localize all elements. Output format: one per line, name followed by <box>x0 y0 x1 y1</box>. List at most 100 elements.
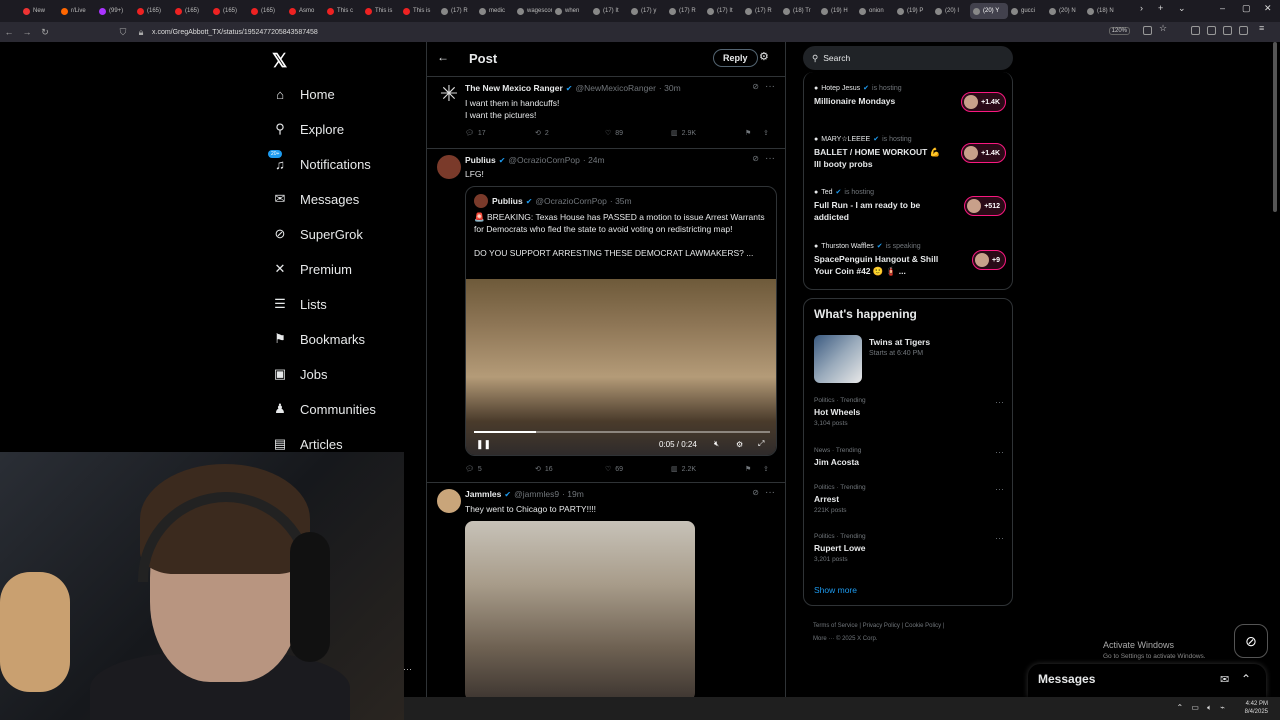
fullscreen-icon[interactable]: ⤢ <box>758 439 764 449</box>
menu-icon[interactable]: ≡ <box>1259 23 1268 33</box>
system-tray[interactable]: ⌃ ▭ 🔈︎ ⌁ <box>1176 703 1228 713</box>
event-thumbnail[interactable] <box>814 335 862 383</box>
video-player[interactable]: ❚❚ 0:05 / 0:24 🔇︎ ⚙ ⤢ <box>466 279 776 455</box>
extension-icon[interactable] <box>1223 26 1232 35</box>
reply-post[interactable]: ✳ The New Mexico Ranger ✔ @NewMexicoRang… <box>427 76 785 148</box>
event-title[interactable]: Twins at Tigers <box>869 337 930 347</box>
author-handle[interactable]: @jammles9 <box>514 489 559 499</box>
sidebar-item-articles[interactable]: ▤ Articles <box>272 436 343 452</box>
views-action[interactable]: ▥ 2.9K <box>671 129 745 138</box>
reader-icon[interactable] <box>1143 26 1152 35</box>
video-progress-bar[interactable] <box>474 431 770 433</box>
extension-icon[interactable] <box>1191 26 1200 35</box>
close-window-icon[interactable]: ✕ <box>1264 3 1272 14</box>
browser-tab[interactable]: (20) Y <box>970 3 1008 19</box>
browser-tab[interactable]: This is <box>400 3 438 19</box>
x-logo[interactable]: 𝕏 <box>272 50 287 73</box>
space-card[interactable]: ● Thurston Waffles ✔ is speaking SpacePengui… <box>814 242 1006 277</box>
more-icon[interactable]: ··· <box>995 447 1004 457</box>
show-more-link[interactable]: Show more <box>814 585 857 595</box>
listener-count[interactable]: +512 <box>964 196 1006 216</box>
tab-scroll-right-icon[interactable]: › <box>1140 3 1143 13</box>
browser-tab[interactable]: r/Live <box>58 3 96 19</box>
more-icon[interactable]: ··· <box>765 153 775 164</box>
repost-action[interactable]: ⟲ 16 <box>535 465 605 474</box>
sliders-icon[interactable]: ⚙ <box>759 50 769 63</box>
post-photo[interactable] <box>465 521 695 697</box>
bookmark-icon[interactable]: ⚑ <box>745 465 763 473</box>
quoted-post[interactable]: Publius ✔ @OcrazioCornPop · 35m 🚨 BREAKI… <box>465 186 777 456</box>
sidebar-item-bookmarks[interactable]: ⚑ Bookmarks <box>272 331 365 347</box>
browser-tab[interactable]: medic <box>476 3 514 19</box>
sidebar-item-supergrok[interactable]: ⊘ SuperGrok <box>272 226 363 242</box>
views-action[interactable]: ▥ 2.2K <box>671 465 745 474</box>
browser-tab[interactable]: when <box>552 3 590 19</box>
chevron-up-icon[interactable]: ⌃ <box>1241 672 1251 686</box>
sidebar-item-notifications[interactable]: ♫ 20+ Notifications <box>268 150 371 172</box>
more-icon[interactable]: ··· <box>403 664 412 674</box>
grok-icon[interactable]: ⊘ <box>752 154 759 163</box>
zia-avatar[interactable]: ✳ <box>437 83 461 107</box>
post-time[interactable]: · 19m <box>562 489 584 499</box>
browser-tab[interactable]: (17) R <box>438 3 476 19</box>
browser-tab[interactable]: (165) <box>172 3 210 19</box>
browser-tab[interactable]: This c <box>324 3 362 19</box>
browser-tab[interactable]: (17) y <box>628 3 666 19</box>
share-icon[interactable]: ⇪ <box>763 465 769 473</box>
browser-tab[interactable]: (18) N <box>1084 3 1122 19</box>
author-avatar[interactable] <box>437 489 461 513</box>
reply-action[interactable]: 💬︎ 5 <box>465 465 535 474</box>
browser-tab[interactable]: onion <box>856 3 894 19</box>
search-input[interactable]: Search <box>823 53 850 63</box>
share-icon[interactable]: ⇪ <box>763 129 769 137</box>
bookmark-icon[interactable]: ⚑ <box>745 129 763 137</box>
browser-tab[interactable]: (17) R <box>742 3 780 19</box>
browser-tab[interactable]: gucci <box>1008 3 1046 19</box>
listener-count[interactable]: +1.4K <box>961 92 1006 112</box>
more-icon[interactable]: ··· <box>765 81 775 92</box>
space-card[interactable]: ● Ted ✔ is hosting Full Run - I am ready to … <box>814 188 1006 223</box>
space-card[interactable]: ● MARY☆LEEEE ✔ is hosting BALLET / HOME WORK… <box>814 135 1006 170</box>
search-box[interactable]: ⚲ Search <box>803 46 1013 70</box>
sidebar-item-explore[interactable]: ⚲ Explore <box>272 121 344 137</box>
browser-tab[interactable]: (165) <box>134 3 172 19</box>
more-icon[interactable]: ··· <box>995 397 1004 407</box>
back-nav-icon[interactable]: ← <box>0 27 18 37</box>
maximize-icon[interactable]: ▢ <box>1242 3 1251 14</box>
browser-tab[interactable]: (17) It <box>704 3 742 19</box>
extension-icon[interactable] <box>1239 26 1248 35</box>
more-icon[interactable]: ··· <box>995 533 1004 543</box>
browser-tab[interactable]: Asmo <box>286 3 324 19</box>
browser-tab[interactable]: (18) Tr <box>780 3 818 19</box>
reply-button[interactable]: Reply <box>713 49 758 67</box>
browser-tab[interactable]: (20) I <box>932 3 970 19</box>
lock-icon[interactable]: 🔒︎ <box>132 27 150 38</box>
like-action[interactable]: ♡ 69 <box>605 465 671 474</box>
sidebar-item-lists[interactable]: ☰ Lists <box>272 296 327 312</box>
author-avatar[interactable] <box>437 155 461 179</box>
grok-icon[interactable]: ⊘ <box>752 82 759 91</box>
browser-tab[interactable]: New <box>20 3 58 19</box>
url-field[interactable]: x.com/GregAbbott_TX/status/1952477205843… <box>152 29 318 36</box>
back-arrow-icon[interactable]: ← <box>437 50 449 64</box>
listener-count[interactable]: +9 <box>972 250 1006 270</box>
browser-tab[interactable]: (17) R <box>666 3 704 19</box>
reply-action[interactable]: 💬︎ 17 <box>465 129 535 138</box>
browser-tab[interactable]: This is <box>362 3 400 19</box>
more-icon[interactable]: ··· <box>765 487 775 498</box>
grok-icon[interactable]: ⊘ <box>752 488 759 497</box>
sidebar-item-jobs[interactable]: ▣ Jobs <box>272 366 328 382</box>
reply-post[interactable]: Publius ✔ @OcrazioCornPop · 24m ⊘ ··· LF… <box>427 148 785 482</box>
sidebar-item-messages[interactable]: ✉ Messages <box>272 191 360 207</box>
pause-icon[interactable]: ❚❚ <box>476 439 491 450</box>
browser-tab[interactable]: (19) H <box>818 3 856 19</box>
browser-tab[interactable]: (165) <box>210 3 248 19</box>
sidebar-item-premium[interactable]: ✕ Premium <box>272 261 352 277</box>
author-handle[interactable]: @OcrazioCornPop <box>508 155 579 165</box>
messages-drawer[interactable]: Messages ✉ ⌃ <box>1028 664 1266 697</box>
grok-icon[interactable]: ⊘ <box>1234 624 1268 658</box>
new-message-icon[interactable]: ✉ <box>1220 673 1229 686</box>
star-icon[interactable]: ☆ <box>1159 23 1168 33</box>
minimize-icon[interactable]: – <box>1220 3 1225 13</box>
new-tab-icon[interactable]: + <box>1158 3 1163 13</box>
